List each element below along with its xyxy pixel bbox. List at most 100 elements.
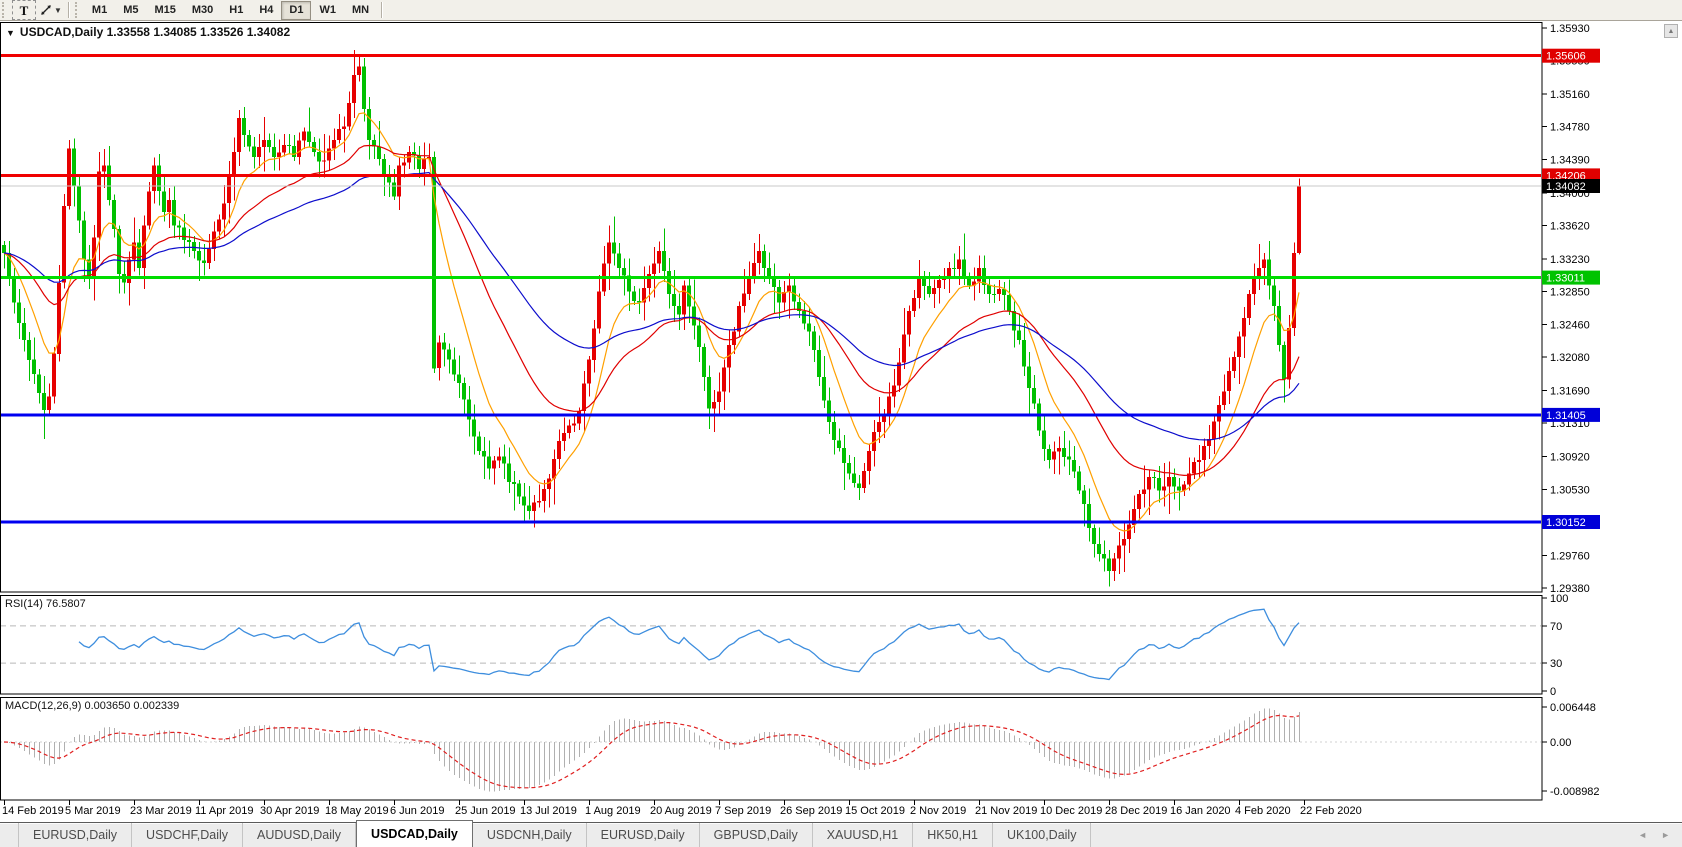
candle-body (462, 382, 466, 400)
tab-usdcnh-daily[interactable]: USDCNH,Daily (473, 823, 587, 847)
candle-body (172, 199, 176, 226)
candle-body (1212, 421, 1216, 440)
candle-body (257, 147, 261, 158)
candle-body (652, 263, 656, 275)
candle-body (1142, 489, 1146, 494)
candle-body (232, 152, 236, 175)
candle-body (1092, 528, 1096, 544)
timeframe-button-h1[interactable]: H1 (221, 1, 251, 20)
candle-body (962, 259, 966, 278)
candle-body (202, 260, 206, 264)
arrows-tool-button[interactable]: ▼ (38, 0, 63, 20)
candle-body (1047, 448, 1051, 460)
timeframe-button-w1[interactable]: W1 (311, 1, 344, 20)
candle-body (32, 359, 36, 375)
tab-eurusd-daily[interactable]: EURUSD,Daily (18, 823, 133, 847)
candle-body (682, 285, 686, 315)
candle-body (242, 117, 246, 135)
rsi-panel[interactable] (0, 595, 1543, 695)
y-axis-tick-label: 1.32460 (1550, 320, 1590, 332)
arrows-tool-icon (41, 5, 51, 15)
date-label: 16 Jan 2020 (1170, 805, 1231, 817)
tab-gbpusd-daily[interactable]: GBPUSD,Daily (700, 823, 813, 847)
candle-body (207, 248, 211, 264)
candle-body (577, 411, 581, 424)
candle-body (857, 483, 861, 488)
candle-body (837, 440, 841, 448)
candle-body (1262, 259, 1266, 269)
candle-body (287, 145, 291, 147)
text-tool-button[interactable]: T (12, 0, 36, 20)
y-axis-tick-label: 1.35930 (1550, 23, 1590, 35)
candle-body (1072, 459, 1076, 472)
candle-body (127, 259, 131, 283)
candle-body (1052, 451, 1056, 460)
candle-body (332, 140, 336, 149)
candle-body (1012, 311, 1016, 331)
tab-scroll-right-icon[interactable]: ► (1661, 830, 1670, 840)
candle-body (12, 276, 16, 303)
timeframe-button-mn[interactable]: MN (344, 1, 377, 20)
toolbar-separator (67, 2, 69, 18)
candle-body (992, 293, 996, 295)
candle-body (292, 146, 296, 158)
chart-scroll-arrow[interactable]: ▲ (1664, 24, 1678, 38)
candle-body (1172, 476, 1176, 487)
candle-body (937, 280, 941, 288)
tab-xauusd-h1[interactable]: XAUUSD,H1 (813, 823, 914, 847)
candle-body (47, 396, 51, 411)
candle-body (52, 353, 56, 397)
tab-hk50-h1[interactable]: HK50,H1 (913, 823, 993, 847)
candle-body (697, 325, 701, 347)
timeframe-button-m30[interactable]: M30 (184, 1, 221, 20)
candle-body (977, 268, 981, 282)
timeframe-button-m1[interactable]: M1 (84, 1, 115, 20)
candle-body (102, 165, 106, 172)
candle-body (932, 288, 936, 294)
candle-body (957, 259, 961, 269)
candle-body (1112, 558, 1116, 571)
date-label: 5 Mar 2019 (65, 805, 121, 817)
macd-tick-label: 0.006448 (1550, 702, 1596, 714)
candle-body (192, 242, 196, 252)
candle-body (907, 311, 911, 335)
tab-eurusd-daily[interactable]: EURUSD,Daily (587, 823, 700, 847)
candle-body (722, 367, 726, 392)
candle-body (167, 199, 171, 212)
tab-usdcad-daily[interactable]: USDCAD,Daily (356, 820, 473, 847)
tab-usdchf-daily[interactable]: USDCHF,Daily (132, 823, 243, 847)
candle-body (862, 471, 866, 488)
candle-body (197, 251, 201, 261)
macd-panel[interactable] (0, 697, 1543, 801)
candle-body (442, 342, 446, 350)
tab-uk100-daily[interactable]: UK100,Daily (993, 823, 1092, 847)
timeframe-button-h4[interactable]: H4 (251, 1, 281, 20)
candle-body (812, 331, 816, 351)
candle-body (1062, 447, 1066, 457)
candle-body (297, 140, 301, 158)
rsi-tick-label: 100 (1550, 593, 1568, 605)
timeframe-button-m5[interactable]: M5 (115, 1, 146, 20)
candle-body (107, 165, 111, 200)
timeframe-button-d1[interactable]: D1 (281, 0, 312, 20)
candle-body (37, 374, 41, 394)
candle-body (952, 268, 956, 270)
candle-body (1102, 553, 1106, 559)
y-axis-tick-label: 1.34780 (1550, 121, 1590, 133)
candle-body (892, 385, 896, 397)
toolbar-grip[interactable] (2, 2, 9, 18)
candle-body (1237, 336, 1241, 358)
candle-body (1272, 285, 1276, 306)
y-axis-tick-label: 1.33230 (1550, 254, 1590, 266)
main-chart-panel[interactable] (0, 22, 1543, 593)
candle-body (902, 334, 906, 363)
candle-body (502, 456, 506, 464)
tab-audusd-daily[interactable]: AUDUSD,Daily (243, 823, 357, 847)
candle-body (867, 451, 871, 471)
toolbar-grip[interactable] (74, 2, 82, 18)
timeframe-button-m15[interactable]: M15 (146, 1, 183, 20)
candle-body (152, 165, 156, 192)
tab-scroll-left-icon[interactable]: ◄ (1638, 830, 1647, 840)
date-label: 30 Apr 2019 (260, 805, 319, 817)
candle-body (512, 482, 516, 484)
